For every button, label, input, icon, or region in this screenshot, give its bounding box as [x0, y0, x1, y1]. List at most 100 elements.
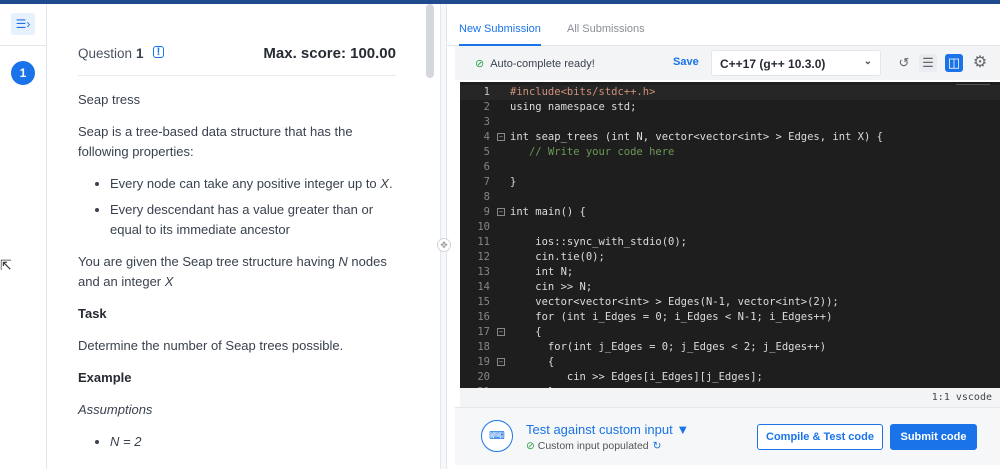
code-line[interactable]: 4− int seap_trees (int N, vector<vector<i… — [460, 130, 1000, 145]
fold-toggle-icon[interactable]: − — [497, 358, 505, 366]
test-custom-input-dropdown[interactable]: Test against custom input ▼ — [526, 422, 689, 437]
report-icon[interactable]: ! — [153, 46, 164, 58]
divider — [0, 45, 47, 46]
refresh-icon[interactable]: ↻ — [653, 440, 662, 452]
assumptions-list: N = 2 — [110, 432, 398, 452]
mouse-cursor-icon: ⇱ — [0, 257, 12, 273]
property-var: X — [380, 176, 389, 191]
autocomplete-text: Auto-complete ready! — [490, 58, 595, 70]
line-number: 17 — [477, 326, 490, 338]
fold-toggle-icon[interactable]: − — [497, 328, 505, 336]
code-line[interactable]: 15 vector<vector<int> > Edges(N-1, vecto… — [460, 295, 1000, 310]
code-text: int seap_trees (int N, vector<vector<int… — [510, 131, 883, 143]
compile-test-button[interactable]: Compile & Test code — [757, 424, 883, 450]
line-number: 19 — [477, 356, 490, 368]
vertical-layout-icon[interactable]: ◫ — [945, 54, 963, 72]
code-editor[interactable]: 1 #include<bits/stdc++.h> 2 using namespace… — [460, 82, 1000, 388]
fold-toggle-icon[interactable]: − — [497, 133, 505, 141]
code-line[interactable]: 13 int N; — [460, 265, 1000, 280]
horizontal-layout-icon[interactable]: ☰ — [919, 54, 937, 72]
code-line[interactable]: 18 for(int j_Edges = 0; j_Edges < 2; j_E… — [460, 340, 1000, 355]
code-line[interactable]: 14 cin >> N; — [460, 280, 1000, 295]
question-sidebar: ☰› 1 — [0, 4, 47, 469]
code-line[interactable]: 7} — [460, 175, 1000, 190]
list-item: Every descendant has a value greater tha… — [110, 200, 398, 240]
code-line[interactable]: 3 — [460, 115, 1000, 130]
code-text: for(int j_Edges = 0; j_Edges < 2; j_Edge… — [510, 341, 827, 353]
line-number: 14 — [477, 281, 490, 293]
intro-text: Seap is a tree-based data structure that… — [78, 124, 353, 159]
line-number: 8 — [483, 191, 490, 203]
task-heading: Task — [78, 306, 107, 321]
code-line[interactable]: 16 for (int i_Edges = 0; i_Edges < N-1; … — [460, 310, 1000, 325]
line-number: 18 — [477, 341, 490, 353]
code-line[interactable]: 11 ios::sync_with_stdio(0); — [460, 235, 1000, 250]
question-panel: Question 1 ! Max. score: 100.00 Seap tre… — [47, 4, 437, 469]
max-score: Max. score: 100.00 — [263, 45, 396, 62]
terminal-file-icon[interactable]: ⌨ — [481, 420, 513, 452]
code-text: // Write your code here — [510, 146, 675, 158]
check-circle-icon: ⊘ — [526, 440, 535, 452]
line-number: 7 — [483, 176, 490, 188]
tab-new-submission[interactable]: New Submission — [459, 23, 541, 46]
reset-icon[interactable]: ↺ — [895, 54, 913, 72]
settings-icon[interactable]: ⚙ — [971, 54, 989, 72]
code-text: cin >> Edges[i_Edges][j_Edges]; — [510, 371, 763, 383]
line-number: 11 — [477, 236, 490, 248]
code-line[interactable]: 9− int main() { — [460, 205, 1000, 220]
line-number: 10 — [477, 221, 490, 233]
property-end: . — [388, 176, 393, 191]
panel-splitter[interactable] — [440, 4, 447, 469]
line-number: 9 — [483, 206, 490, 218]
task-text: Determine the number of Seap trees possi… — [78, 338, 344, 353]
line-number: 1 — [483, 86, 490, 98]
var-n: N — [338, 254, 348, 269]
line-number: 3 — [483, 116, 490, 128]
question-title: Seap tress — [78, 92, 141, 107]
code-text: using namespace std; — [510, 101, 637, 113]
code-panel: New Submission All Submissions ⊘ Auto-com… — [447, 4, 1000, 469]
collapse-panel-icon[interactable]: ☰› — [11, 13, 35, 35]
question-label: Question — [78, 46, 133, 61]
code-text: vector<vector<int> > Edges(N-1, vector<i… — [510, 296, 839, 308]
code-text: ios::sync_with_stdio(0); — [510, 236, 688, 248]
line-number: 2 — [483, 101, 490, 113]
code-line[interactable]: 20 cin >> Edges[i_Edges][j_Edges]; — [460, 370, 1000, 385]
question-nav-1[interactable]: 1 — [11, 61, 35, 85]
code-text: for (int i_Edges = 0; i_Edges < N-1; i_E… — [510, 311, 833, 323]
line-number: 20 — [477, 371, 490, 383]
code-line[interactable]: 2 using namespace std; — [460, 100, 1000, 115]
code-text: { — [510, 326, 542, 338]
code-line[interactable]: 12 cin.tie(0); — [460, 250, 1000, 265]
code-line[interactable]: 17− { — [460, 325, 1000, 340]
code-text: cin.tie(0); — [510, 251, 605, 263]
fold-toggle-icon[interactable]: − — [497, 208, 505, 216]
action-bar: ⌨ Test against custom input ▼ ⊘ Custom i… — [455, 407, 1000, 465]
line-number: 4 — [483, 131, 490, 143]
question-header: Question 1 ! Max. score: 100.00 — [78, 45, 396, 76]
code-line[interactable]: 10 — [460, 220, 1000, 235]
properties-list: Every node can take any positive integer… — [110, 174, 398, 240]
code-line[interactable]: 19− { — [460, 355, 1000, 370]
line-number: 12 — [477, 251, 490, 263]
save-button[interactable]: Save — [673, 56, 699, 68]
property-text: Every node can take any positive integer… — [110, 176, 381, 191]
code-text: { — [510, 356, 555, 368]
list-item: Every node can take any positive integer… — [110, 174, 398, 194]
language-select[interactable]: C++17 (g++ 10.3.0) ⌄ — [711, 50, 881, 76]
submit-button[interactable]: Submit code — [890, 424, 977, 450]
line-number: 15 — [477, 296, 490, 308]
list-item: N = 2 — [110, 432, 398, 452]
question-body: Seap tress Seap is a tree-based data str… — [78, 90, 398, 464]
custom-input-status: ⊘ Custom input populated ↻ — [526, 440, 661, 452]
question-scrollbar[interactable] — [426, 4, 434, 78]
example-heading: Example — [78, 370, 132, 385]
code-line[interactable]: 1 #include<bits/stdc++.h> — [460, 85, 1000, 100]
caret-down-icon: ▼ — [676, 422, 690, 437]
code-line[interactable]: 8 — [460, 190, 1000, 205]
tab-all-submissions[interactable]: All Submissions — [567, 23, 645, 44]
text: You are given the Seap tree structure ha… — [78, 254, 339, 269]
check-circle-icon: ⊘ — [475, 58, 485, 70]
code-line[interactable]: 6 — [460, 160, 1000, 175]
code-line[interactable]: 5 // Write your code here — [460, 145, 1000, 160]
